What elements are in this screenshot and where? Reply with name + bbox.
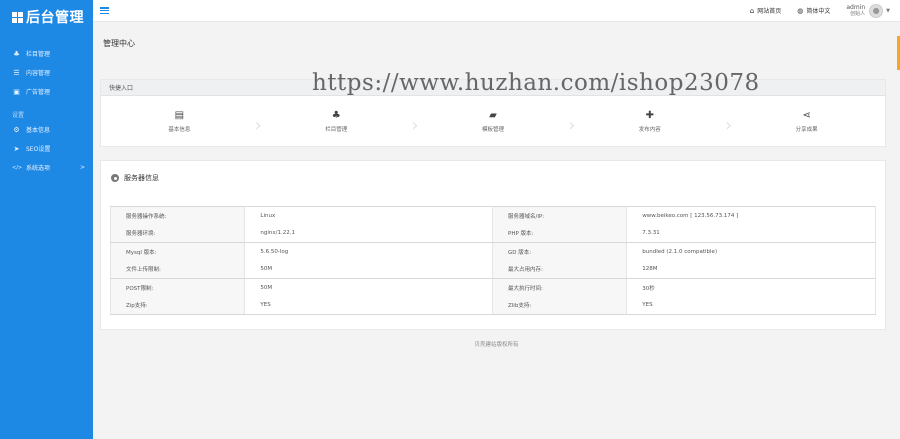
quick-item-label: 分享成果 xyxy=(795,126,818,133)
share-icon: ⋖ xyxy=(802,109,811,121)
table-cell-label: GD 版本: xyxy=(492,242,628,261)
topbar: ⌂ 网站首页 ◍ 简体中文 admin 创始人 ● ▼ xyxy=(93,0,900,22)
table-cell-label: POST限制: xyxy=(109,278,246,297)
caret-down-icon[interactable]: ▼ xyxy=(886,8,890,14)
table-cell-label: 服务器操作系统: xyxy=(109,206,246,225)
user-info[interactable]: admin 创始人 xyxy=(846,4,866,17)
sidebar-item-label: 系统选项 xyxy=(26,165,51,172)
table-cell-label: 文件上传限制: xyxy=(109,260,246,279)
table-cell-value: www.beikeo.com [ 123.56.73.174 ] xyxy=(626,206,876,225)
server-info-heading: 服务器信息 xyxy=(101,161,885,195)
user-role: 创始人 xyxy=(850,10,866,17)
sidebar-group-settings: 设置 xyxy=(12,112,25,119)
language-switch[interactable]: ◍ 简体中文 xyxy=(797,6,831,16)
sidebar-item-content[interactable]: ☰ 内容管理 xyxy=(0,63,93,82)
quick-item-publish[interactable]: ✚ 发布内容 › xyxy=(571,109,732,136)
table-cell-label: Mysql 版本: xyxy=(109,242,246,261)
table-row: 服务器环境: nginx/1.22.1 PHP 版本: 7.3.31 xyxy=(109,224,876,243)
table-cell-value: 30秒 xyxy=(626,278,876,297)
table-row: Mysql 版本: 5.6.50-log GD 版本: bundled (2.1… xyxy=(109,242,876,261)
code-icon: </> xyxy=(12,164,23,171)
table-cell-label: Zip支持: xyxy=(109,296,246,315)
quick-item-label: 发布内容 xyxy=(638,126,661,133)
quick-item-share[interactable]: ⋖ 分享成果 xyxy=(728,110,885,133)
sidebar-item-columns[interactable]: ♣ 栏目管理 xyxy=(0,44,93,63)
sidebar-item-system[interactable]: </> 系统选项 > xyxy=(0,158,93,177)
site-home-label: 网站首页 xyxy=(757,8,782,15)
avatar[interactable]: ● xyxy=(869,3,884,18)
quick-item-templates[interactable]: ▰ 模板管理 › xyxy=(415,109,575,136)
server-icon xyxy=(111,174,119,182)
sidebar-item-label: 基本信息 xyxy=(26,127,51,134)
sidebar-item-label: 内容管理 xyxy=(26,70,51,77)
main-content: 管理中心 快捷入口 ▤ 基本信息 › ♣ 栏目管理 › ▰ 模板管理 › ✚ 发… xyxy=(93,22,900,439)
sitemap-icon: ♣ xyxy=(13,49,20,58)
sidebar: 后台管理 ♣ 栏目管理 ☰ 内容管理 ▣ 广告管理 设置 ⚙ 基本信息 ➤ SE… xyxy=(0,0,93,439)
table-cell-value: bundled (2.1.0 compatible) xyxy=(626,242,876,261)
table-cell-value: 50M xyxy=(244,278,494,297)
sidebar-item-label: SEO设置 xyxy=(26,146,51,153)
server-info-panel: 服务器信息 服务器操作系统: Linux 服务器域名/IP: www.beike… xyxy=(100,160,886,330)
logo[interactable]: 后台管理 xyxy=(0,0,93,34)
table-row: 文件上传限制: 50M 最大占用内存: 128M xyxy=(109,260,876,279)
quick-item-label: 基本信息 xyxy=(168,126,191,133)
sidebar-item-label: 栏目管理 xyxy=(26,51,51,58)
chevron-right-icon: > xyxy=(79,164,85,171)
language-label: 简体中文 xyxy=(806,8,831,15)
table-cell-label: Zlib支持: xyxy=(492,296,628,315)
table-cell-label: 服务器环境: xyxy=(109,224,246,243)
table-cell-value: 50M xyxy=(244,260,494,279)
id-card-icon: ▤ xyxy=(174,109,185,121)
table-row: Zip支持: YES Zlib支持: YES xyxy=(109,296,876,315)
table-row: POST限制: 50M 最大执行时间: 30秒 xyxy=(109,278,876,297)
sidebar-item-label: 广告管理 xyxy=(26,89,51,96)
quick-item-basic-info[interactable]: ▤ 基本信息 › xyxy=(101,109,261,136)
sitemap-icon: ♣ xyxy=(331,109,341,121)
table-cell-label: PHP 版本: xyxy=(492,224,628,243)
quick-item-columns[interactable]: ♣ 栏目管理 › xyxy=(258,109,418,136)
page-title: 管理中心 xyxy=(103,39,135,48)
table-cell-value: Linux xyxy=(244,206,494,225)
gear-icon: ⚙ xyxy=(13,125,20,134)
table-cell-value: 5.6.50-log xyxy=(244,242,494,261)
plus-icon: ✚ xyxy=(645,109,654,121)
sidebar-item-seo[interactable]: ➤ SEO设置 xyxy=(0,139,93,158)
table-cell-label: 服务器域名/IP: xyxy=(492,206,628,225)
home-icon: ⌂ xyxy=(749,6,755,15)
menu-toggle-icon[interactable] xyxy=(100,7,109,14)
site-home-link[interactable]: ⌂ 网站首页 xyxy=(749,6,782,16)
footer-copyright: 贝壳建站版权所有 xyxy=(474,342,519,348)
table-cell-value: 7.3.31 xyxy=(626,224,876,243)
sidebar-item-ads[interactable]: ▣ 广告管理 xyxy=(0,82,93,101)
table-cell-value: 128M xyxy=(626,260,876,279)
server-info-table: 服务器操作系统: Linux 服务器域名/IP: www.beikeo.com … xyxy=(109,206,876,315)
folder-icon: ▰ xyxy=(489,109,497,121)
server-info-title: 服务器信息 xyxy=(124,174,159,182)
image-icon: ▣ xyxy=(13,87,20,96)
sidebar-item-basic-info[interactable]: ⚙ 基本信息 xyxy=(0,120,93,139)
quick-entry-list: ▤ 基本信息 › ♣ 栏目管理 › ▰ 模板管理 › ✚ 发布内容 › ⋖ 分享 xyxy=(101,96,885,146)
quick-item-label: 模板管理 xyxy=(481,126,504,133)
logo-title: 后台管理 xyxy=(26,10,84,26)
table-row: 服务器操作系统: Linux 服务器域名/IP: www.beikeo.com … xyxy=(109,206,876,225)
table-cell-label: 最大占用内存: xyxy=(492,260,628,279)
logo-icon xyxy=(12,11,23,23)
table-cell-value: YES xyxy=(244,296,494,315)
list-icon: ☰ xyxy=(13,68,20,77)
table-cell-value: nginx/1.22.1 xyxy=(244,224,494,243)
send-icon: ➤ xyxy=(13,144,20,153)
table-cell-label: 最大执行时间: xyxy=(492,278,628,297)
table-cell-value: YES xyxy=(626,296,876,315)
globe-icon: ◍ xyxy=(797,6,804,15)
quick-item-label: 栏目管理 xyxy=(325,126,348,133)
watermark-url: https://www.huzhan.com/ishop23078 xyxy=(312,70,760,96)
topbar-right: ⌂ 网站首页 ◍ 简体中文 admin 创始人 ● ▼ xyxy=(734,0,900,22)
